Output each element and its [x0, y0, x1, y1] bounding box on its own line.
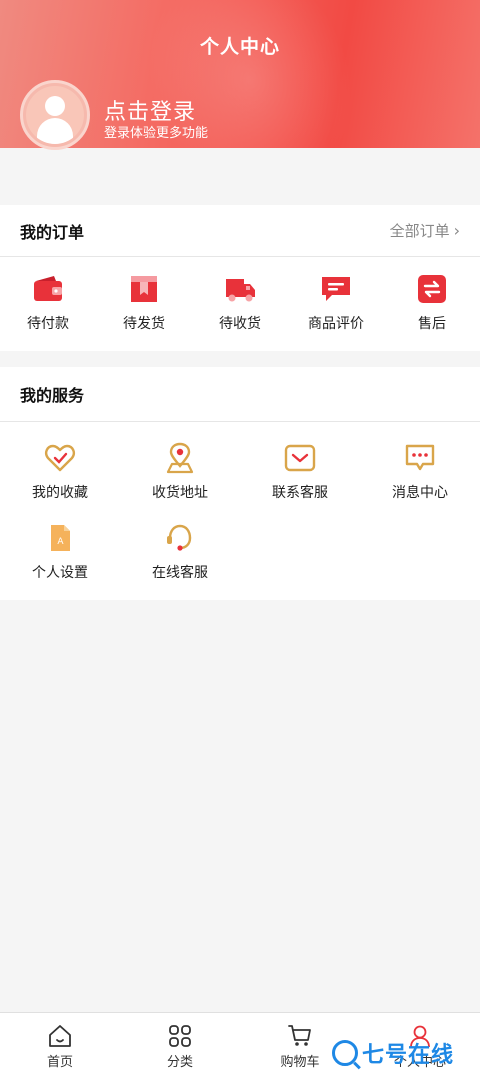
- watermark-text: 七号在线: [362, 1043, 455, 1068]
- tab-category[interactable]: 分类: [120, 1013, 240, 1080]
- all-orders-label: 全部订单: [389, 222, 450, 240]
- orders-header: 我的订单 全部订单 ›: [0, 205, 480, 257]
- login-subtitle: 登录体验更多功能: [104, 126, 209, 141]
- order-after-sales[interactable]: 售后: [384, 275, 480, 333]
- order-pending-shipment[interactable]: 待发货: [96, 275, 192, 333]
- order-label: 待付款: [27, 316, 69, 332]
- service-online-support[interactable]: 在线客服: [120, 512, 240, 592]
- home-icon: [49, 1025, 71, 1047]
- tab-label: 首页: [46, 1055, 73, 1070]
- page-title: 个人中心: [199, 36, 280, 58]
- service-address[interactable]: 收货地址: [120, 432, 240, 512]
- order-status-row: 待付款 待发货 待收货 商品评价 售后: [0, 257, 480, 351]
- location-pin-icon: [166, 442, 194, 474]
- settings-file-icon: A: [51, 525, 70, 551]
- wallet-icon: [34, 276, 62, 301]
- service-label: 联系客服: [272, 485, 328, 501]
- service-favorites[interactable]: 我的收藏: [0, 432, 120, 512]
- watermark-logo-icon: [332, 1040, 358, 1066]
- cart-icon: [288, 1025, 311, 1046]
- exchange-icon: [418, 275, 446, 303]
- default-user-icon: [26, 86, 84, 144]
- tab-label: 分类: [166, 1055, 193, 1070]
- service-contact[interactable]: 联系客服: [240, 432, 360, 512]
- tab-home[interactable]: 首页: [0, 1013, 120, 1080]
- mail-icon: [284, 444, 316, 472]
- avatar[interactable]: [20, 80, 90, 150]
- tab-label: 购物车: [280, 1055, 320, 1070]
- headset-icon: [167, 524, 192, 551]
- order-pending-payment[interactable]: 待付款: [0, 275, 96, 333]
- order-label: 售后: [418, 316, 446, 332]
- order-label: 待发货: [123, 316, 165, 332]
- service-label: 在线客服: [152, 565, 208, 581]
- order-pending-receipt[interactable]: 待收货: [192, 275, 288, 333]
- services-grid: 我的收藏 收货地址 联系客服 消息中心 A 个人设置 在线客服: [0, 422, 480, 592]
- services-header: 我的服务: [0, 367, 480, 422]
- order-review[interactable]: 商品评价: [288, 275, 384, 333]
- services-title: 我的服务: [20, 386, 85, 405]
- service-label: 消息中心: [392, 485, 448, 501]
- heart-icon: [45, 444, 75, 472]
- service-settings[interactable]: A 个人设置: [0, 512, 120, 592]
- all-orders-link[interactable]: 全部订单 ›: [390, 220, 460, 241]
- order-label: 待收货: [219, 316, 261, 332]
- services-card: 我的服务 我的收藏 收货地址 联系客服 消息中心 A 个人设置 在线客服: [0, 367, 480, 600]
- chevron-right-icon: ›: [453, 221, 460, 240]
- watermark: 七号在线: [332, 1036, 454, 1070]
- service-label: 我的收藏: [32, 485, 88, 501]
- service-label: 收货地址: [152, 485, 208, 501]
- service-messages[interactable]: 消息中心: [360, 432, 480, 512]
- order-label: 商品评价: [308, 316, 364, 332]
- comment-icon: [322, 277, 350, 301]
- box-icon: [131, 276, 157, 302]
- truck-icon: [226, 279, 255, 302]
- orders-title: 我的订单: [20, 222, 85, 242]
- service-label: 个人设置: [32, 565, 88, 581]
- grid-icon: [169, 1025, 191, 1047]
- svg-text:A: A: [57, 537, 64, 547]
- orders-card: 我的订单 全部订单 › 待付款 待发货 待收货 商品评价 售后: [0, 205, 480, 351]
- message-icon: [405, 444, 435, 471]
